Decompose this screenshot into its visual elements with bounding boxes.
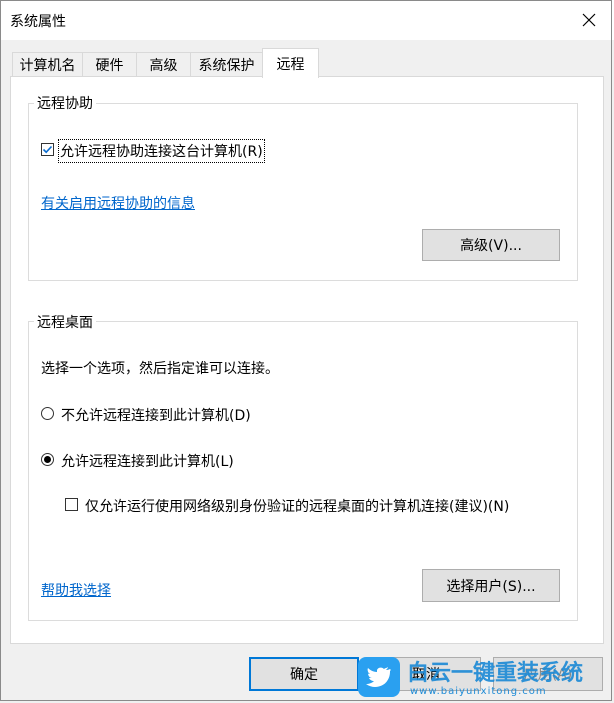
tab-hardware[interactable]: 硬件 (82, 52, 137, 76)
tab-remote[interactable]: 远程 (262, 48, 319, 78)
title-bar: 系统属性 (0, 0, 614, 40)
tab-advanced[interactable]: 高级 (136, 52, 191, 76)
radio-selected-dot (44, 456, 51, 463)
tab-system-protection[interactable]: 系统保护 (190, 52, 263, 76)
close-button[interactable] (566, 0, 612, 40)
select-users-button[interactable]: 选择用户(S)... (422, 569, 560, 602)
ok-button[interactable]: 确定 (249, 657, 359, 691)
remote-desktop-group-title: 远程桌面 (34, 312, 96, 332)
watermark-url: www.baiyunxitong.com (410, 686, 547, 697)
checkmark-icon (42, 145, 53, 154)
advanced-button[interactable]: 高级(V)... (422, 229, 560, 261)
nla-only-checkbox[interactable] (65, 498, 78, 511)
deny-remote-radio[interactable] (41, 407, 54, 420)
nla-only-label[interactable]: 仅允许运行使用网络级别身份验证的远程桌面的计算机连接(建议)(N) (85, 496, 509, 516)
allow-remote-radio[interactable] (41, 453, 54, 466)
remote-desktop-instruction: 选择一个选项，然后指定谁可以连接。 (41, 361, 279, 377)
remote-assistance-info-link[interactable]: 有关启用远程协助的信息 (41, 193, 195, 213)
allow-remote-assistance-label[interactable]: 允许远程协助连接这台计算机(R) (58, 139, 265, 163)
deny-remote-label[interactable]: 不允许远程连接到此计算机(D) (61, 405, 251, 425)
allow-remote-label[interactable]: 允许远程连接到此计算机(L) (61, 451, 234, 471)
tab-computer-name[interactable]: 计算机名 (12, 52, 83, 76)
allow-remote-assistance-checkbox[interactable] (41, 143, 54, 156)
remote-assistance-group-title: 远程协助 (34, 93, 96, 113)
watermark-bird-icon (358, 657, 400, 697)
watermark-text: 白云一键重装系统 (407, 661, 584, 686)
help-me-choose-link[interactable]: 帮助我选择 (41, 580, 111, 600)
window-title: 系统属性 (10, 14, 66, 30)
close-icon (582, 13, 596, 27)
